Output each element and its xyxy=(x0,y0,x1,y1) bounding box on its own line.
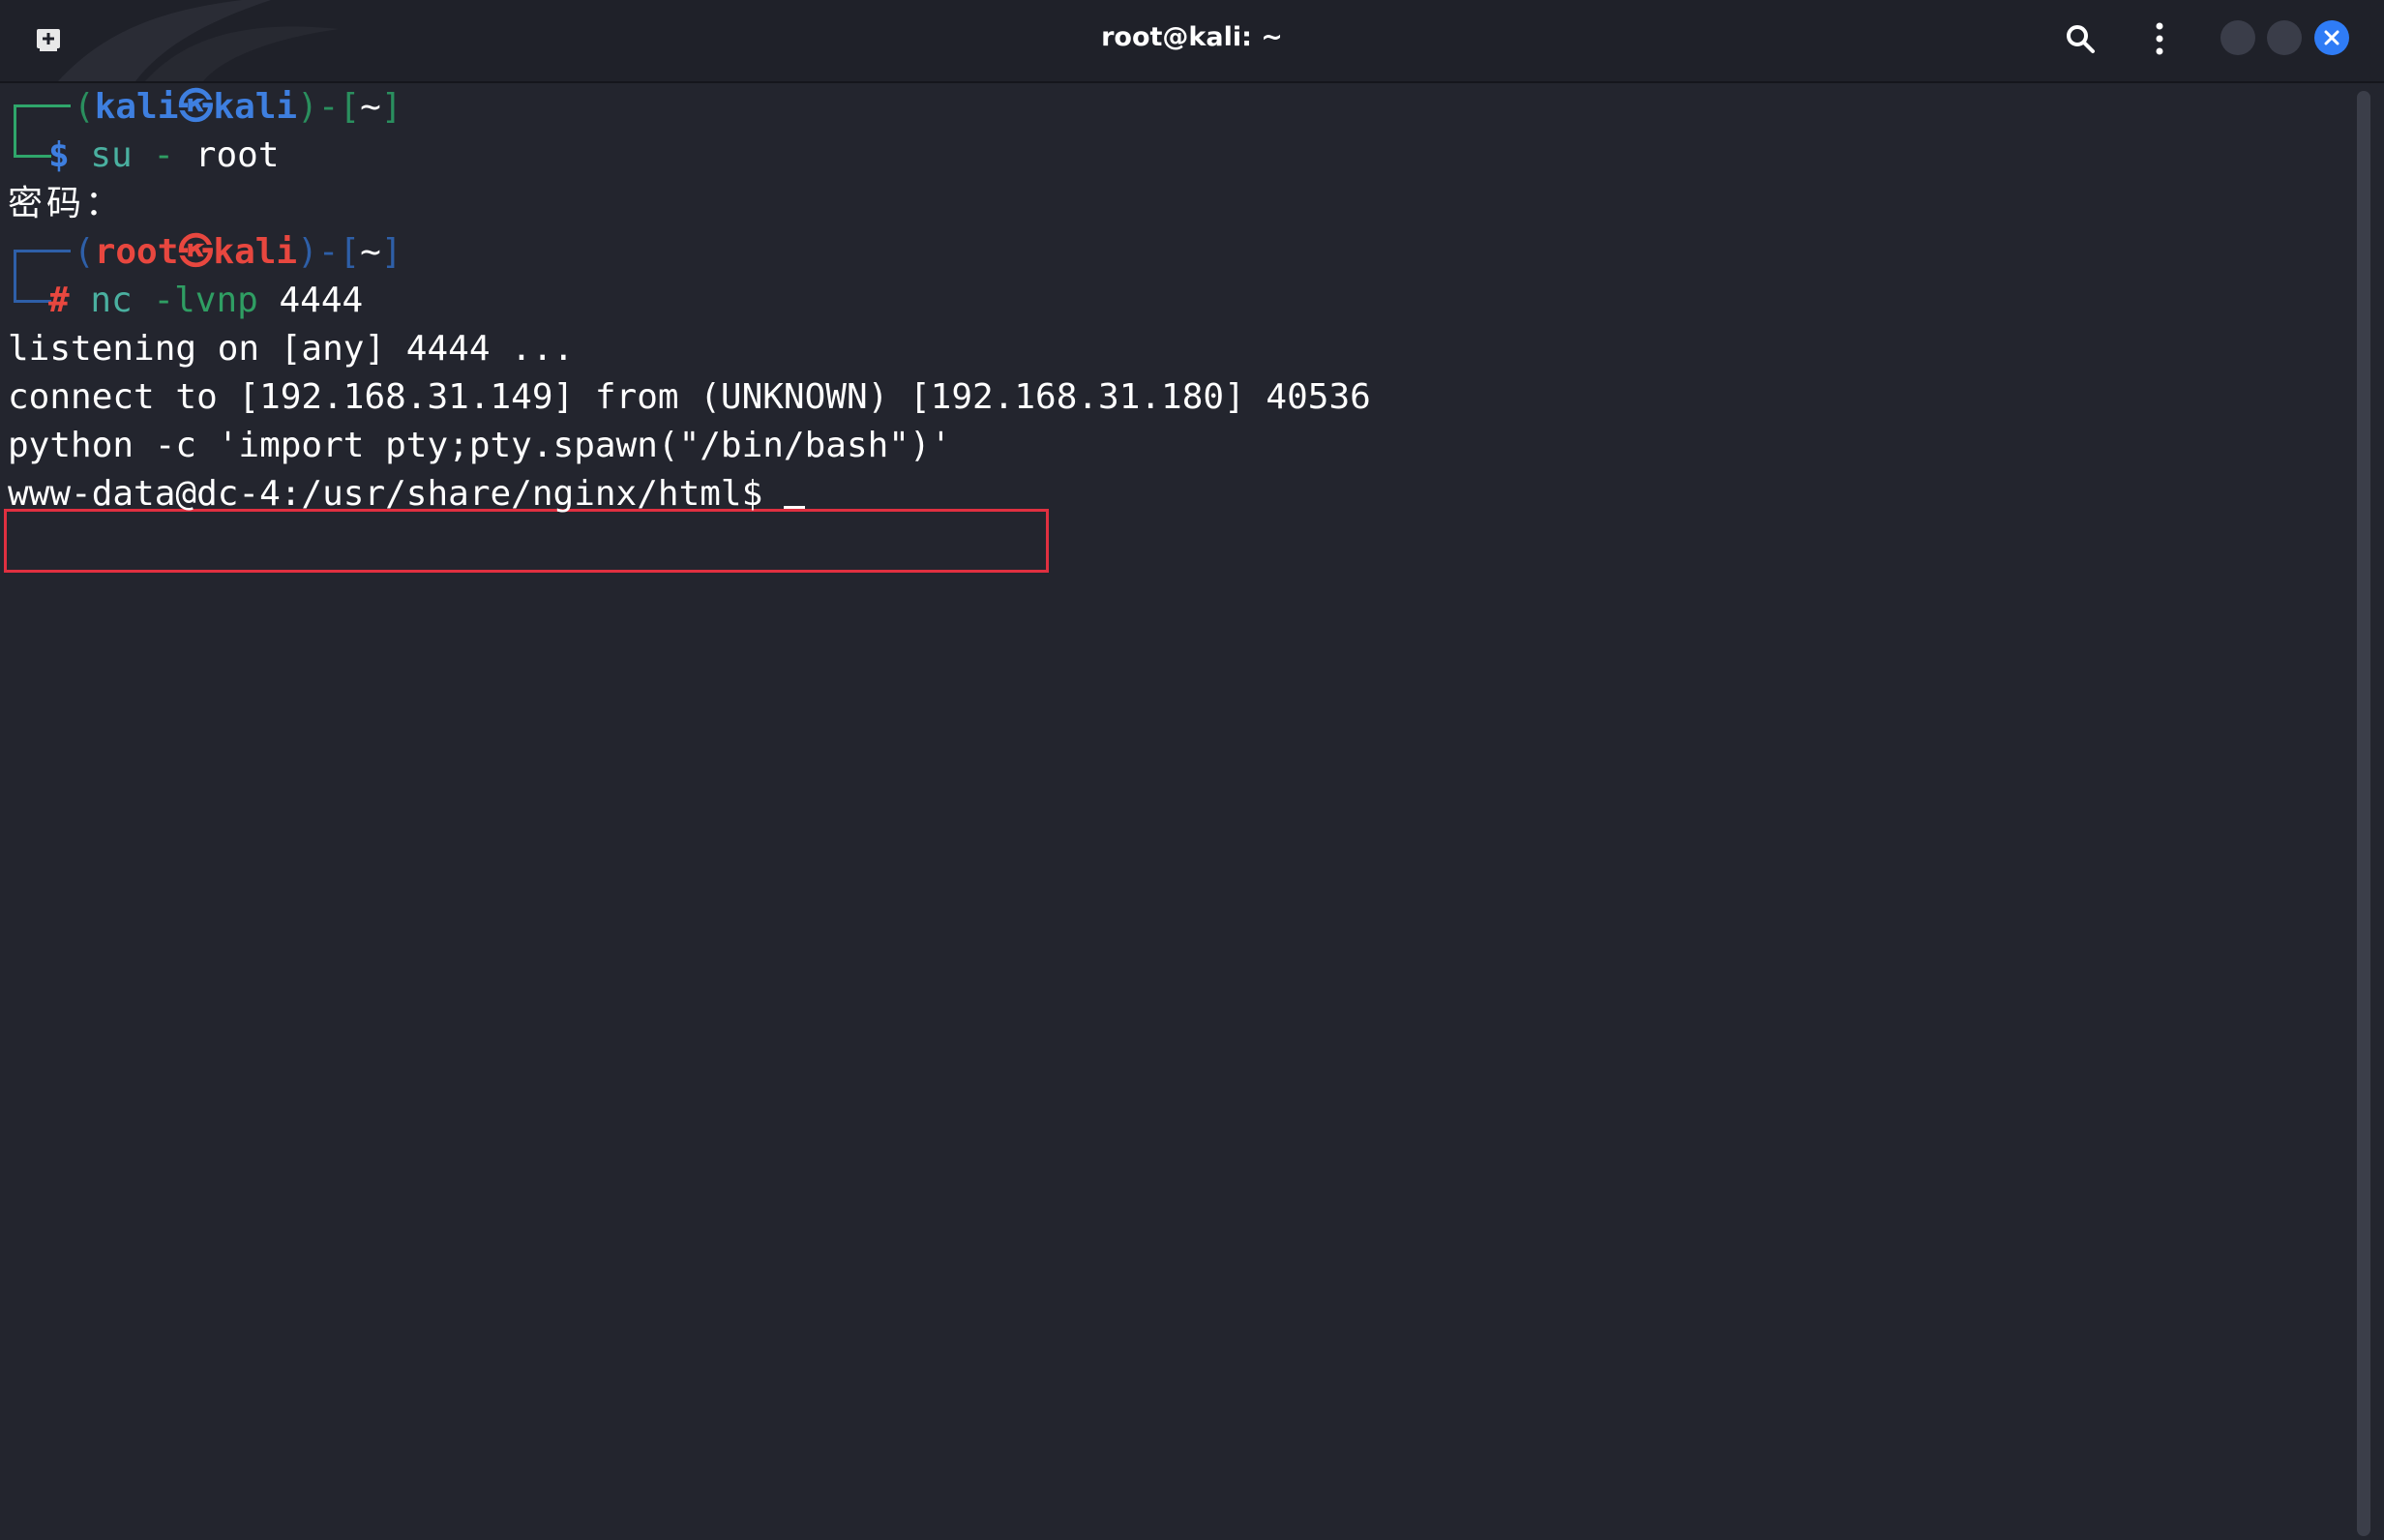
prompt-at-symbol: ㉿ xyxy=(178,87,214,127)
prompt-dash: - xyxy=(317,87,340,127)
command-name: su xyxy=(90,135,133,175)
prompt-line-user: (kali㉿kali)-[~] xyxy=(74,83,402,132)
prompt-paren-close: ) xyxy=(297,87,318,127)
command-line-su: $ su - root xyxy=(48,132,280,180)
command-name: nc xyxy=(90,281,133,320)
scrollbar[interactable] xyxy=(2357,91,2370,1536)
prompt-symbol: # xyxy=(48,281,70,320)
command-arg: - xyxy=(153,135,175,175)
output-listening: listening on [any] 4444 ... xyxy=(8,329,575,369)
terminal-window: root@kali: ~ (kali㉿kali)-[~] $ su - root… xyxy=(0,0,2384,1540)
prompt-bracket-bottom xyxy=(14,271,51,303)
prompt-hostname: kali xyxy=(213,87,298,127)
prompt-dir-close: ] xyxy=(380,87,402,127)
close-icon xyxy=(2324,30,2339,45)
prompt-dir-open: [ xyxy=(339,232,361,272)
search-button[interactable] xyxy=(2059,17,2101,60)
prompt-username: root xyxy=(94,232,179,272)
command-option: -lvnp xyxy=(153,281,258,320)
prompt-at-symbol: ㉿ xyxy=(178,232,214,272)
output-connect: connect to [192.168.31.149] from (UNKNOW… xyxy=(8,377,1371,417)
command-line-nc: # nc -lvnp 4444 xyxy=(48,277,363,325)
prompt-dir-open: [ xyxy=(339,87,361,127)
output-python-command: python -c 'import pty;pty.spawn("/bin/ba… xyxy=(8,426,952,465)
title-bar: root@kali: ~ xyxy=(0,0,2384,83)
window-title: root@kali: ~ xyxy=(1101,22,1283,52)
prompt-dir-close: ] xyxy=(380,232,402,272)
prompt-bracket-bottom xyxy=(14,126,51,158)
maximize-button[interactable] xyxy=(2267,20,2302,55)
scrollbar-thumb[interactable] xyxy=(2357,91,2370,1536)
kebab-menu-icon xyxy=(2156,22,2163,55)
prompt-hostname: kali xyxy=(213,232,298,272)
shell-prompt: www-data@dc-4:/usr/share/nginx/html$ xyxy=(8,474,784,514)
close-button[interactable] xyxy=(2314,20,2349,55)
minimize-button[interactable] xyxy=(2220,20,2255,55)
menu-button[interactable] xyxy=(2138,17,2181,60)
prompt-directory: ~ xyxy=(360,232,381,272)
prompt-paren-open: ( xyxy=(74,87,95,127)
password-line: 密码： xyxy=(8,184,125,223)
prompt-username: kali xyxy=(94,87,179,127)
prompt-paren-close: ) xyxy=(297,232,318,272)
terminal-output[interactable]: (kali㉿kali)-[~] $ su - root 密码： (root㉿ka… xyxy=(0,83,2355,1540)
prompt-directory: ~ xyxy=(360,87,381,127)
command-arg: root xyxy=(194,135,280,175)
prompt-paren-open: ( xyxy=(74,232,95,272)
prompt-line-root: (root㉿kali)-[~] xyxy=(74,228,402,277)
search-icon xyxy=(2067,25,2095,53)
prompt-symbol: $ xyxy=(48,135,70,175)
prompt-dash: - xyxy=(317,232,340,272)
text-cursor xyxy=(783,506,805,509)
shell-prompt-line: www-data@dc-4:/usr/share/nginx/html$ xyxy=(8,470,805,518)
command-arg: 4444 xyxy=(279,281,364,320)
